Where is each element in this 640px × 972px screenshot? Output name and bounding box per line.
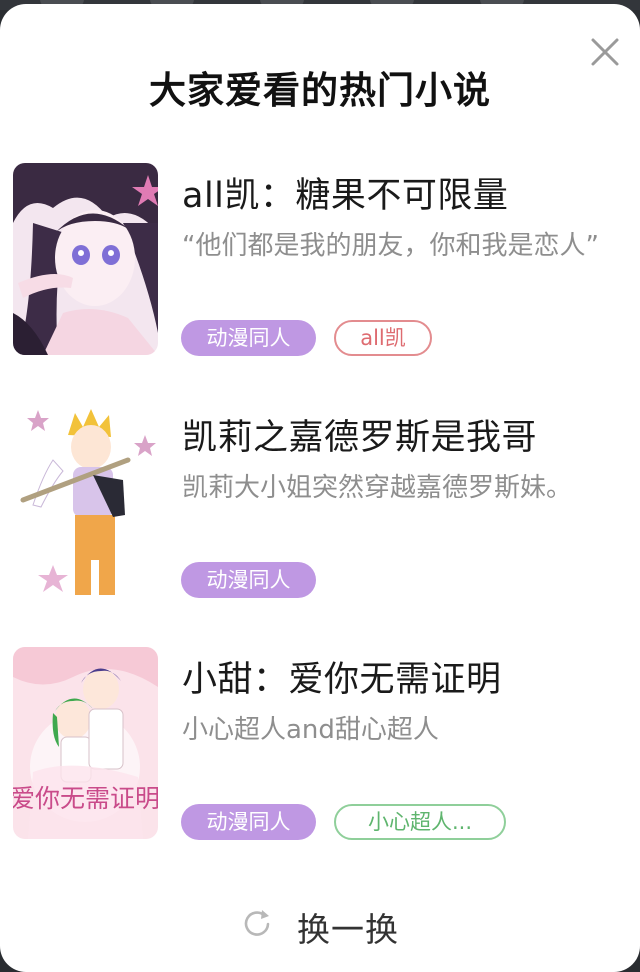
category-tag[interactable]: 动漫同人 — [181, 562, 316, 598]
novel-title[interactable]: all凯：糖果不可限量 — [182, 167, 508, 218]
novel-description: 小心超人and甜心超人 — [182, 715, 439, 745]
novel-cover-image[interactable]: 爱你无需证明 — [13, 647, 158, 839]
novel-cover-image[interactable] — [13, 405, 158, 597]
refresh-button[interactable]: 换一换 — [240, 897, 410, 949]
novel-item[interactable]: all凯：糖果不可限量 “他们都是我的朋友，你和我是恋人” 动漫同人 all凯 — [0, 163, 640, 373]
novel-item[interactable]: 凯莉之嘉德罗斯是我哥 凯莉大小姐突然穿越嘉德罗斯妹。 动漫同人 — [0, 405, 640, 615]
novel-item[interactable]: 爱你无需证明 小甜：爱你无需证明 小心超人and甜心超人 动漫同人 小心超人..… — [0, 647, 640, 857]
cover-title-text: 爱你无需证明 — [13, 785, 158, 813]
novel-title[interactable]: 凯莉之嘉德罗斯是我哥 — [182, 409, 537, 460]
novel-description: 凯莉大小姐突然穿越嘉德罗斯妹。 — [182, 473, 573, 503]
keyword-tag[interactable]: 小心超人... — [334, 804, 506, 840]
hot-novels-dialog: 大家爱看的热门小说 all凯：糖果不可限量 “他们都是我的朋友，你和我是恋人” … — [0, 4, 640, 972]
novel-cover-image[interactable] — [13, 163, 158, 355]
category-tag[interactable]: 动漫同人 — [181, 320, 316, 356]
novel-description: “他们都是我的朋友，你和我是恋人” — [182, 231, 599, 261]
refresh-icon — [244, 910, 270, 936]
keyword-tag[interactable]: all凯 — [334, 320, 432, 356]
category-tag[interactable]: 动漫同人 — [181, 804, 316, 840]
dialog-title: 大家爱看的热门小说 — [149, 69, 491, 112]
refresh-label: 换一换 — [297, 910, 399, 949]
novel-title[interactable]: 小甜：爱你无需证明 — [182, 651, 502, 702]
